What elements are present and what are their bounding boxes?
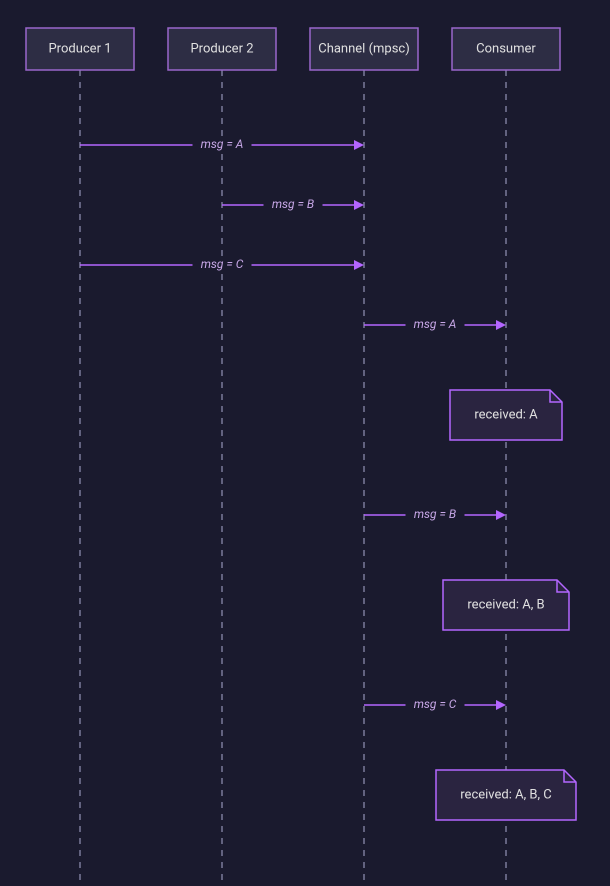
note-label: received: A, B: [467, 597, 544, 612]
arrowhead-icon: [496, 510, 506, 520]
message-label: msg = A: [201, 137, 244, 151]
arrowhead-icon: [496, 700, 506, 710]
arrowhead-icon: [354, 200, 364, 210]
message-label: msg = C: [414, 697, 457, 711]
sequence-diagram: Producer 1 Producer 2 Channel (mpsc) Consum…: [0, 0, 610, 886]
arrowhead-icon: [354, 140, 364, 150]
participant-label-ch: Channel (mpsc): [318, 41, 410, 56]
arrowhead-icon: [496, 320, 506, 330]
note-label: received: A: [474, 407, 538, 422]
participant-label-p2: Producer 2: [190, 41, 253, 56]
participant-label-co: Consumer: [476, 41, 536, 56]
message-label: msg = A: [414, 317, 457, 331]
message-label: msg = B: [414, 507, 456, 521]
participant-label-p1: Producer 1: [48, 41, 111, 56]
arrowhead-icon: [354, 260, 364, 270]
message-label: msg = B: [272, 197, 314, 211]
message-label: msg = C: [201, 257, 244, 271]
note-label: received: A, B, C: [460, 787, 551, 802]
